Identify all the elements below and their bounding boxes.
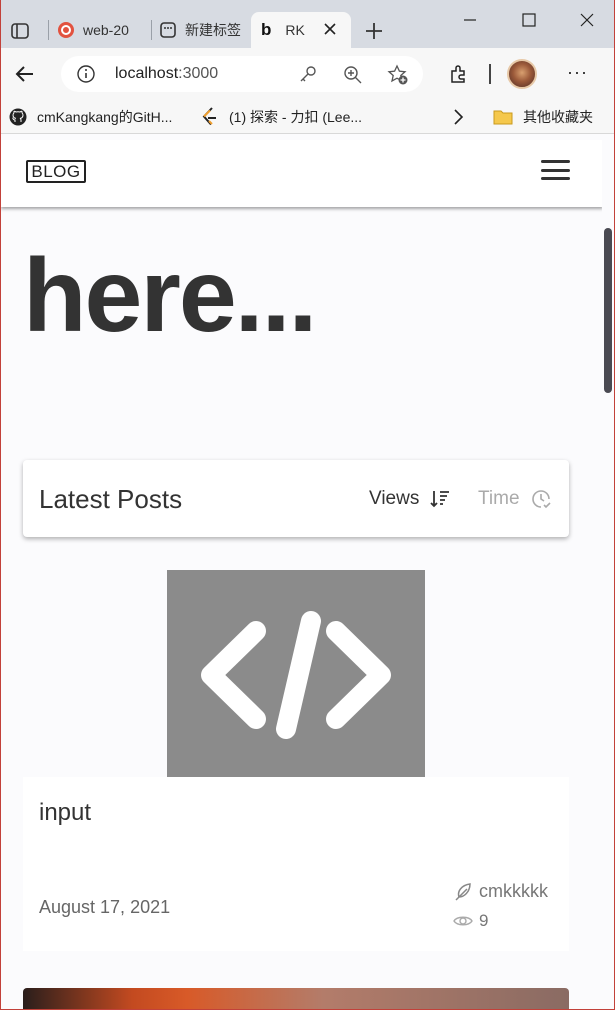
page-scrollbar[interactable] xyxy=(602,140,614,1009)
post-views: 9 xyxy=(453,911,488,931)
tab-label: 新建标签 xyxy=(185,22,241,38)
site-favicon xyxy=(57,21,75,39)
bookmark-label: 其他收藏夹 xyxy=(523,109,593,125)
sort-by-views-button[interactable]: Views xyxy=(369,488,451,510)
github-icon xyxy=(9,108,27,126)
tab-label: RK xyxy=(285,22,305,38)
site-navbar: BLOG xyxy=(1,140,603,207)
latest-posts-header: Latest Posts Views Time xyxy=(23,460,569,537)
sort-views-label: Views xyxy=(369,488,420,509)
tab-label: web-20 xyxy=(83,22,129,38)
address-bar[interactable]: localhost:3000 xyxy=(61,56,423,92)
info-icon[interactable] xyxy=(77,65,95,83)
tab-strip: web-20 新建标签 b RK xyxy=(1,0,614,48)
avatar[interactable] xyxy=(507,59,537,89)
zoom-icon[interactable] xyxy=(342,64,364,86)
eye-icon xyxy=(453,911,473,931)
latest-posts-title: Latest Posts xyxy=(39,484,183,514)
post-title[interactable]: input xyxy=(39,799,91,827)
bookmark-leetcode[interactable]: (1) 探索 - 力扣 (Lee... xyxy=(201,107,362,127)
post-card[interactable]: input August 17, 2021 cmkkkkk 9 xyxy=(23,777,569,951)
url-host: localhost xyxy=(115,65,179,82)
sort-icon xyxy=(429,488,451,510)
close-icon[interactable] xyxy=(323,22,337,36)
post-date: August 17, 2021 xyxy=(39,897,171,917)
hero-text: here... xyxy=(23,238,317,354)
tab-divider xyxy=(151,20,152,40)
web-page: BLOG here... Latest Posts Views Time inp… xyxy=(1,140,603,1009)
clock-check-icon xyxy=(530,488,552,510)
code-icon xyxy=(201,609,391,739)
maximize-icon[interactable] xyxy=(518,10,540,30)
tab-actions-icon[interactable] xyxy=(7,18,33,44)
favorite-add-icon[interactable] xyxy=(387,64,409,86)
back-icon[interactable] xyxy=(11,60,39,88)
new-tab-icon[interactable] xyxy=(361,18,387,44)
leetcode-icon xyxy=(201,107,219,127)
post-author: cmkkkkk xyxy=(453,881,548,902)
minimize-icon[interactable] xyxy=(459,10,481,30)
bookmark-github[interactable]: cmKangkang的GitH... xyxy=(9,107,172,127)
url-port: :3000 xyxy=(178,65,219,82)
folder-icon xyxy=(493,108,513,126)
site-favicon: b xyxy=(261,20,272,39)
feather-icon xyxy=(453,882,473,902)
menu-icon[interactable] xyxy=(541,158,570,182)
more-menu-button[interactable]: ··· xyxy=(567,62,588,83)
tab-divider xyxy=(48,20,49,40)
tab-new[interactable]: 新建标签 xyxy=(159,12,247,48)
browser-window: web-20 新建标签 b RK localhost:3000 ··· cmKa… xyxy=(0,0,615,1010)
sort-time-label: Time xyxy=(478,488,520,509)
post-author-name: cmkkkkk xyxy=(479,881,548,901)
browser-toolbar: localhost:3000 ··· xyxy=(1,48,614,100)
toolbar-divider xyxy=(489,64,491,84)
sort-by-time-button[interactable]: Time xyxy=(478,488,552,510)
site-logo[interactable]: BLOG xyxy=(26,160,86,183)
bookmark-label: cmKangkang的GitH... xyxy=(37,109,173,125)
key-icon[interactable] xyxy=(297,64,319,86)
tab-web[interactable]: web-20 xyxy=(57,12,147,48)
extensions-icon[interactable] xyxy=(447,62,471,86)
post-views-count: 9 xyxy=(479,911,489,930)
bookmark-label: (1) 探索 - 力扣 (Lee... xyxy=(229,109,363,125)
url-text[interactable]: localhost:3000 xyxy=(115,65,218,83)
window-close-icon[interactable] xyxy=(576,10,598,30)
tab-active[interactable]: b RK xyxy=(251,12,351,48)
bookmarks-bar: cmKangkang的GitH... (1) 探索 - 力扣 (Lee... 其… xyxy=(1,100,614,134)
next-post-thumbnail[interactable] xyxy=(23,988,569,1009)
bookmark-other-folder[interactable]: 其他收藏夹 xyxy=(493,107,593,127)
post-thumbnail[interactable] xyxy=(167,570,425,777)
new-tab-page-icon xyxy=(159,21,177,39)
chevron-right-icon[interactable] xyxy=(451,107,465,127)
scrollbar-thumb[interactable] xyxy=(604,228,612,393)
